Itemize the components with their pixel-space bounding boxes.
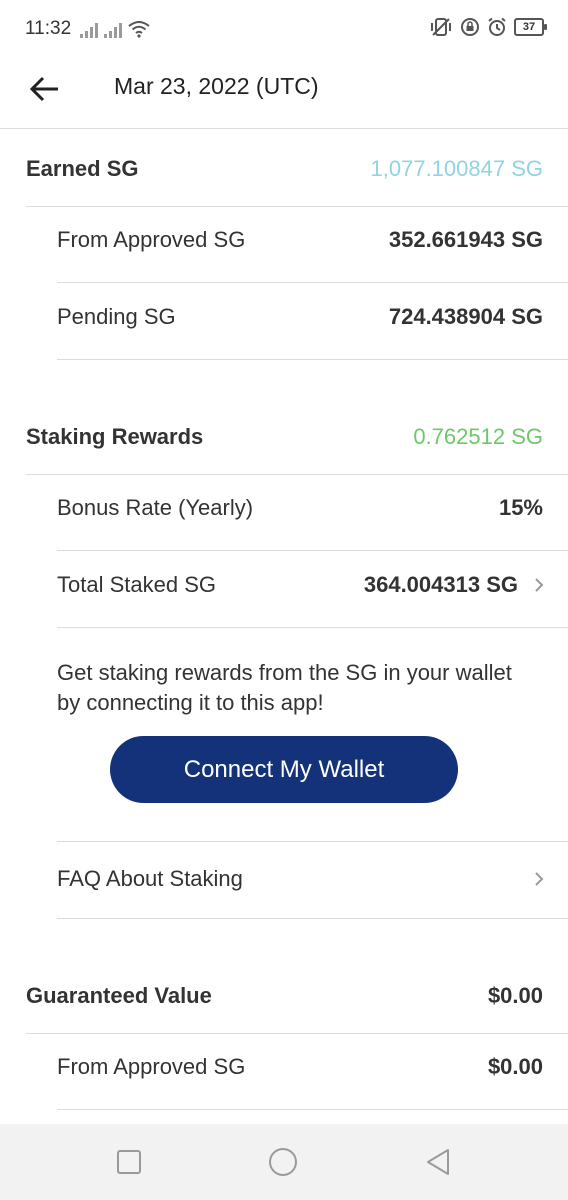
staking-info-text: Get staking rewards from the SG in your … [57,660,512,715]
staking-rewards-row: Staking Rewards 0.762512 SG [0,398,568,475]
status-bar: 11:32 37 [0,0,568,60]
earned-sg-value: 1,077.100847 SG [370,155,543,181]
signal-icon [104,22,122,38]
earned-sg-label: Earned SG [26,155,139,181]
app-header: Mar 23, 2022 (UTC) [0,60,568,129]
from-approved-sg-label: From Approved SG [57,227,246,252]
guaranteed-value-row: Guaranteed Value $0.00 [0,957,568,1034]
signal-icon [80,22,98,38]
status-time: 11:32 [25,18,72,39]
bonus-rate-value: 15% [498,495,543,520]
triangle-back-icon[interactable] [422,1146,454,1178]
guaranteed-from-approved-row: From Approved SG $0.00 [0,1029,568,1105]
staking-rewards-value: 0.762512 SG [413,423,543,449]
circle-icon[interactable] [267,1146,299,1178]
pending-sg-value: 724.438904 SG [388,304,543,329]
faq-staking-row[interactable]: FAQ About Staking [0,840,568,918]
page-title: Mar 23, 2022 (UTC) [114,73,319,99]
total-staked-value: 364.004313 SG [363,572,518,597]
chevron-right-icon [535,578,544,592]
vibrate-icon [431,18,451,36]
staking-rewards-label: Staking Rewards [26,423,204,449]
connect-wallet-button[interactable]: Connect My Wallet [110,736,458,803]
from-approved-sg-value: 352.661943 SG [388,227,543,252]
pending-sg-label: Pending SG [57,304,176,329]
divider [57,627,568,628]
square-icon[interactable] [113,1146,145,1178]
status-right-icons: 37 [429,17,547,37]
divider [57,1109,568,1110]
guaranteed-from-approved-value: $0.00 [487,1054,543,1079]
divider [57,918,568,919]
earned-sg-row: Earned SG 1,077.100847 SG [0,130,568,207]
pending-sg-row: Pending SG 724.438904 SG [0,279,568,355]
guaranteed-from-approved-label: From Approved SG [57,1054,246,1079]
bonus-rate-row: Bonus Rate (Yearly) 15% [0,470,568,546]
from-approved-sg-row: From Approved SG 352.661943 SG [0,202,568,278]
back-arrow-icon[interactable] [28,72,62,106]
guaranteed-value-label: Guaranteed Value [26,982,212,1008]
guaranteed-value-value: $0.00 [487,982,543,1008]
faq-staking-label: FAQ About Staking [57,866,243,891]
total-staked-row[interactable]: Total Staked SG 364.004313 SG [0,547,568,623]
divider [57,359,568,360]
alarm-icon [488,17,506,36]
battery-icon: 37 [514,18,547,36]
chevron-right-icon [535,872,544,886]
bonus-rate-label: Bonus Rate (Yearly) [57,495,254,520]
system-nav-bar [0,1124,568,1200]
lock-rotation-icon [461,18,479,36]
total-staked-label: Total Staked SG [57,572,216,597]
status-left-icons [80,18,150,38]
wifi-icon [128,21,150,38]
